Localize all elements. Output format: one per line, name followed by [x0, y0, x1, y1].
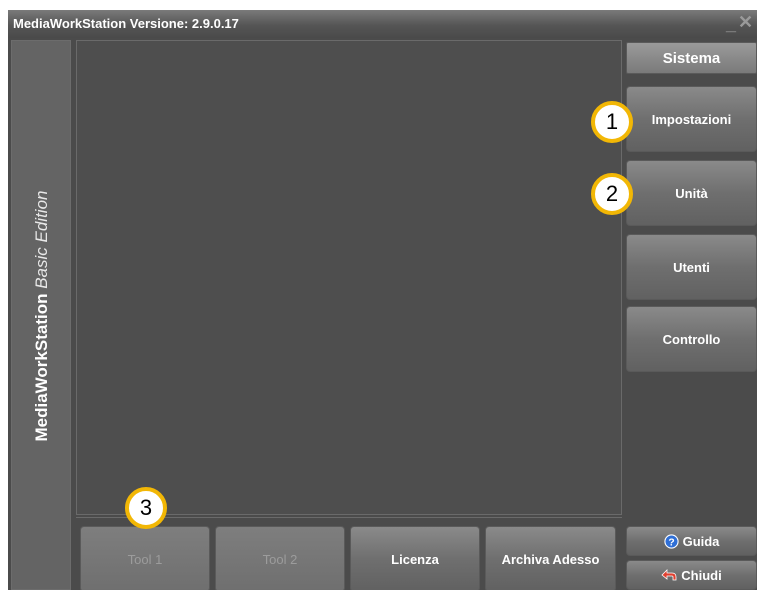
unita-button[interactable]: Unità — [626, 160, 757, 226]
callout-badge-2: 2 — [591, 173, 633, 215]
brand-edition: Basic Edition — [32, 190, 51, 289]
bottom-toolbar: Tool 1 Tool 2 Licenza Archiva Adesso — [76, 517, 622, 590]
main-panel — [76, 40, 622, 515]
archive-now-button[interactable]: Archiva Adesso — [485, 526, 616, 590]
help-button[interactable]: ? Guida — [626, 526, 757, 556]
exit-arrow-icon — [661, 569, 677, 581]
content-area: MediaWorkStation Basic Edition Tool 1 To… — [8, 38, 757, 590]
impostazioni-button[interactable]: Impostazioni — [626, 86, 757, 152]
utenti-button[interactable]: Utenti — [626, 234, 757, 300]
help-label: Guida — [682, 533, 720, 549]
minimize-button[interactable]: _ — [726, 14, 736, 35]
sistema-header: Sistema — [626, 42, 757, 74]
controllo-button[interactable]: Controllo — [626, 306, 757, 372]
close-window-button[interactable]: ✕ — [738, 12, 753, 33]
tool2-button[interactable]: Tool 2 — [215, 526, 345, 590]
svg-text:?: ? — [668, 537, 674, 548]
brand-name: MediaWorkStation — [32, 293, 51, 442]
side-brand-band: MediaWorkStation Basic Edition — [11, 40, 71, 590]
help-circle-icon: ? — [663, 533, 679, 549]
license-button[interactable]: Licenza — [350, 526, 480, 590]
callout-badge-1: 1 — [591, 101, 633, 143]
chiudi-label: Chiudi — [681, 567, 722, 583]
chiudi-button[interactable]: Chiudi — [626, 560, 757, 590]
window-title: MediaWorkStation Versione: 2.9.0.17 — [13, 16, 239, 31]
brand-vertical-text: MediaWorkStation Basic Edition — [32, 191, 52, 442]
title-bar: MediaWorkStation Versione: 2.9.0.17 _ ✕ — [8, 10, 757, 38]
app-window: MediaWorkStation Versione: 2.9.0.17 _ ✕ … — [8, 10, 757, 590]
tool1-button[interactable]: Tool 1 — [80, 526, 210, 590]
callout-badge-3: 3 — [125, 487, 167, 529]
